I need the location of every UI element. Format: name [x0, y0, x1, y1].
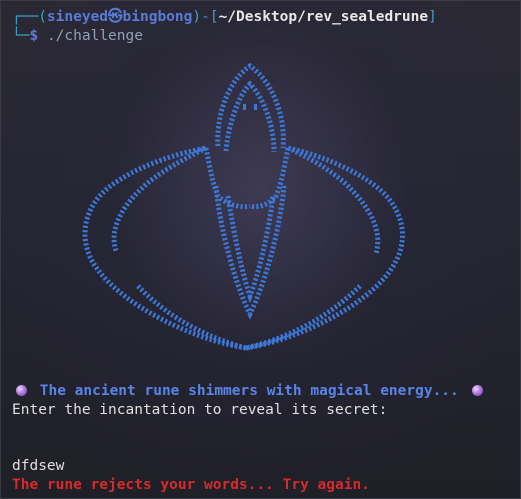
prompt-corner-top: ┌──(: [12, 9, 47, 25]
rune-outline: [225, 195, 276, 304]
rune-outline: [249, 147, 291, 210]
shimmer-text: The ancient rune shimmers with magical e…: [39, 383, 459, 399]
rune-ascii-art: [78, 56, 413, 376]
user-input-echo: dfdsew: [12, 458, 65, 474]
crystal-ball-icon: [471, 385, 483, 396]
command-line[interactable]: └─$ ./challenge: [12, 27, 143, 45]
prompt-line: ┌──(sineyed㉿bingbong)-[~/Desktop/rev_sea…: [12, 8, 437, 26]
rune-outline: [111, 145, 208, 252]
rune-outline: [286, 145, 381, 255]
terminal-window: ┌──(sineyed㉿bingbong)-[~/Desktop/rev_sea…: [0, 0, 521, 499]
kali-skull-icon: ㉿: [108, 9, 123, 25]
prompt-path: ~/Desktop/rev_sealedrune: [218, 9, 429, 25]
rune-art-svg: [82, 62, 405, 351]
rune-eye: [254, 104, 257, 110]
shimmer-message: The ancient rune shimmers with magical e…: [12, 382, 487, 400]
prompt-corner-bottom: └─: [12, 28, 30, 44]
rune-outline: [245, 284, 362, 351]
enter-prompt: Enter the incantation to reveal its secr…: [12, 402, 388, 418]
rune-outline: [223, 80, 277, 153]
prompt-dollar: $: [29, 28, 39, 44]
prompt-user: sineyed: [46, 9, 109, 25]
error-message: The rune rejects your words... Try again…: [12, 477, 370, 493]
prompt-separator: )-[: [192, 9, 219, 25]
prompt-close-bracket: ]: [428, 9, 437, 25]
rune-outline: [82, 145, 247, 351]
rune-eye: [243, 104, 246, 110]
crystal-ball-icon: [16, 385, 27, 396]
prompt-host: bingbong: [122, 9, 193, 25]
command-text: ./challenge: [46, 28, 143, 44]
